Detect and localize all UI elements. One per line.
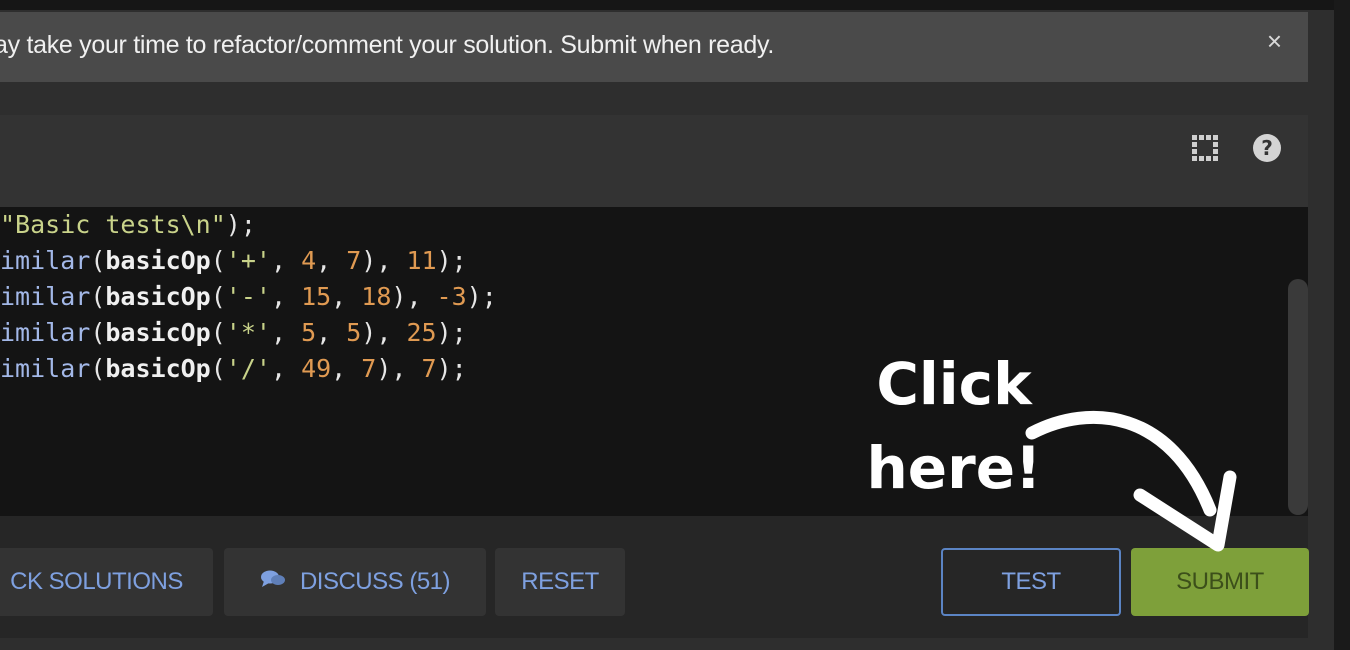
code-token: ); xyxy=(466,282,497,311)
code-token: ); xyxy=(436,318,467,347)
code-token: imilar xyxy=(0,318,91,347)
code-token: , xyxy=(316,246,347,275)
code-token: ); xyxy=(225,210,256,239)
code-token: , xyxy=(270,354,302,383)
code-token: 18 xyxy=(361,282,392,311)
code-token: , xyxy=(270,282,302,311)
code-token: ); xyxy=(436,246,467,275)
annotation-line-2: here! xyxy=(866,434,1042,502)
code-token: ), xyxy=(361,246,407,275)
code-token: 25 xyxy=(406,318,437,347)
code-token: 11 xyxy=(406,246,437,275)
click-here-annotation: Click here! xyxy=(864,342,1044,510)
help-icon[interactable]: ? xyxy=(1252,133,1282,163)
chat-icon xyxy=(260,569,286,595)
code-content: "Basic tests\n"); imilar(basicOp('+', 4, … xyxy=(0,207,497,387)
kata-editor-screen: ay take your time to refactor/comment yo… xyxy=(0,0,1350,650)
code-token: basicOp xyxy=(105,282,211,311)
code-token: '*' xyxy=(225,318,271,347)
code-line: imilar(basicOp('*', 5, 5), 25); xyxy=(0,315,497,351)
code-token: , xyxy=(316,318,347,347)
reset-button[interactable]: RESET xyxy=(495,548,625,616)
discuss-button[interactable]: DISCUSS (51) xyxy=(224,548,486,616)
code-token: basicOp xyxy=(105,318,211,347)
code-line: imilar(basicOp('-', 15, 18), -3); xyxy=(0,279,497,315)
expand-icon[interactable] xyxy=(1190,133,1220,163)
code-token: 7 xyxy=(346,246,362,275)
code-token: ( xyxy=(90,282,106,311)
submit-button[interactable]: SUBMIT xyxy=(1131,548,1309,616)
code-line: imilar(basicOp('/', 49, 7), 7); xyxy=(0,351,497,387)
editor-scrollbar[interactable] xyxy=(1288,279,1308,515)
code-line: imilar(basicOp('+', 4, 7), 11); xyxy=(0,243,497,279)
curved-arrow-icon xyxy=(1025,410,1237,552)
code-token: 5 xyxy=(301,318,317,347)
annotation-line-1: Click xyxy=(876,350,1032,418)
help-glyph: ? xyxy=(1253,134,1281,162)
code-token: , xyxy=(331,282,362,311)
code-token: "Basic tests\n" xyxy=(0,210,226,239)
code-token: ( xyxy=(90,246,106,275)
code-token: ), xyxy=(361,318,407,347)
code-token: 15 xyxy=(301,282,332,311)
code-token: ( xyxy=(210,318,226,347)
top-strip xyxy=(0,0,1350,10)
code-line: "Basic tests\n"); xyxy=(0,207,497,243)
code-token: imilar xyxy=(0,354,91,383)
code-token: '+' xyxy=(225,246,271,275)
code-token: 4 xyxy=(301,246,317,275)
code-token: basicOp xyxy=(105,246,211,275)
info-banner: ay take your time to refactor/comment yo… xyxy=(0,12,1308,82)
code-token: ( xyxy=(210,354,226,383)
right-edge xyxy=(1334,0,1350,650)
code-token: 7 xyxy=(421,354,437,383)
code-token: , xyxy=(270,246,302,275)
reset-label: RESET xyxy=(521,568,599,595)
code-token: '/' xyxy=(225,354,271,383)
test-label: TEST xyxy=(1001,568,1061,595)
code-token: 49 xyxy=(301,354,332,383)
code-token: 7 xyxy=(361,354,377,383)
code-token: ), xyxy=(376,354,422,383)
code-token: , xyxy=(331,354,362,383)
code-token: , xyxy=(270,318,302,347)
banner-text: ay take your time to refactor/comment yo… xyxy=(0,31,774,59)
code-token: ), xyxy=(391,282,437,311)
code-token: ( xyxy=(90,354,106,383)
editor-header: ? xyxy=(0,115,1308,207)
code-token: 5 xyxy=(346,318,362,347)
submit-label: SUBMIT xyxy=(1176,568,1264,595)
code-token: ( xyxy=(210,282,226,311)
skip-solutions-button[interactable]: CK SOLUTIONS xyxy=(0,548,213,616)
code-token: imilar xyxy=(0,282,91,311)
close-icon[interactable]: × xyxy=(1267,26,1282,57)
skip-solutions-label: CK SOLUTIONS xyxy=(10,568,183,595)
code-token: '-' xyxy=(225,282,271,311)
code-token: -3 xyxy=(436,282,467,311)
code-token: basicOp xyxy=(105,354,211,383)
code-token: ( xyxy=(210,246,226,275)
discuss-label: DISCUSS (51) xyxy=(299,568,451,595)
code-token: ); xyxy=(436,354,467,383)
code-token: imilar xyxy=(0,246,91,275)
test-button[interactable]: TEST xyxy=(941,548,1121,616)
code-token: ( xyxy=(90,318,106,347)
